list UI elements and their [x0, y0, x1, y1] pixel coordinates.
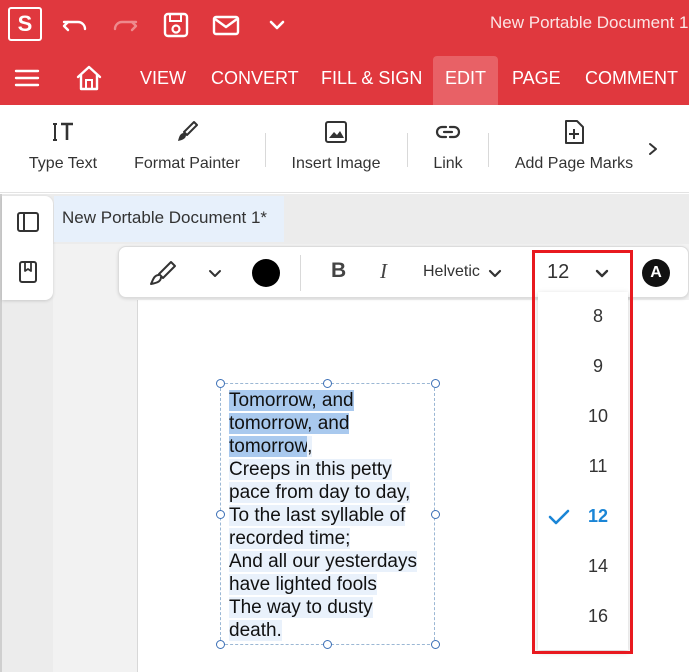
app-window: S New Portable Document 1 VIEW CONVERT F… [0, 0, 689, 672]
resize-handle[interactable] [216, 640, 225, 649]
font-family-select[interactable]: Helvetic [423, 263, 480, 281]
line-text: pace from day to day, [229, 482, 411, 503]
sidebar-toggle-icon[interactable] [16, 210, 40, 234]
line-text: Creeps in this petty [229, 459, 392, 480]
tab-page[interactable]: PAGE [512, 50, 561, 105]
selected-text: tomorrow [229, 436, 308, 457]
type-text-button[interactable]: Type Text [18, 105, 108, 193]
tab-convert[interactable]: CONVERT [211, 50, 299, 105]
image-icon [325, 121, 347, 143]
window-title: New Portable Document 1 [490, 13, 689, 32]
text-color-swatch[interactable] [252, 259, 280, 287]
document-tab[interactable]: New Portable Document 1* [54, 196, 284, 242]
font-family-value: Helvetic [423, 263, 480, 280]
chevron-down-icon[interactable] [262, 10, 292, 40]
add-page-marks-button[interactable]: Add Page Marks [510, 105, 638, 193]
mail-icon[interactable] [211, 10, 241, 40]
redo-icon[interactable] [110, 10, 140, 40]
selected-text: Tomorrow, and [229, 390, 354, 411]
line-text: recorded time; [229, 528, 351, 549]
tab-comment[interactable]: COMMENT [585, 50, 678, 105]
toolbar-divider [300, 255, 301, 291]
ribbon-divider [488, 133, 489, 167]
annotation-highlight-box [532, 250, 633, 654]
type-text-label: Type Text [28, 155, 98, 172]
tab-edit[interactable]: EDIT [433, 56, 499, 105]
brush-icon [178, 121, 198, 141]
text-line: Creeps in this petty [229, 458, 439, 481]
link-button[interactable]: Link [423, 105, 473, 193]
home-icon[interactable] [74, 63, 104, 93]
resize-handle[interactable] [216, 510, 225, 519]
text-line: tomorrow, and [229, 412, 439, 435]
text-line: pace from day to day, [229, 481, 439, 504]
line-text: And all our yesterdays [229, 551, 417, 572]
link-icon [435, 125, 461, 139]
line-text: death. [229, 620, 282, 641]
text-style-badge[interactable]: A [642, 259, 670, 287]
link-label: Link [433, 155, 463, 172]
type-text-icon [53, 122, 73, 141]
bookmark-icon[interactable] [16, 260, 40, 284]
line-text: The way to dusty [229, 597, 373, 618]
text-line: To the last syllable of [229, 504, 439, 527]
save-icon[interactable] [161, 10, 191, 40]
insert-image-label: Insert Image [291, 155, 381, 172]
text-line: death. [229, 619, 439, 642]
tab-fill-sign[interactable]: FILL & SIGN [321, 50, 422, 105]
text-line: Tomorrow, and [229, 389, 439, 412]
text-line: have lighted fools [229, 573, 439, 596]
title-bar: S New Portable Document 1 [0, 0, 689, 50]
bold-button[interactable]: B [331, 259, 346, 283]
text-line: And all our yesterdays [229, 550, 439, 573]
line-text: To the last syllable of [229, 505, 406, 526]
undo-icon[interactable] [60, 10, 90, 40]
line-text: have lighted fools [229, 574, 377, 595]
text-line: recorded time; [229, 527, 439, 550]
format-painter-button[interactable]: Format Painter [128, 105, 246, 193]
resize-handle[interactable] [431, 379, 440, 388]
ribbon-divider [265, 133, 266, 167]
selected-text: tomorrow, and [229, 413, 350, 434]
chevron-down-icon[interactable] [205, 263, 225, 283]
edit-ribbon: Type Text Format Painter Insert Image Li… [0, 105, 689, 193]
line-text: , [307, 436, 313, 457]
text-line: The way to dusty [229, 596, 439, 619]
italic-button[interactable]: I [380, 259, 387, 284]
chevron-down-icon[interactable] [485, 263, 505, 283]
page-add-icon [565, 120, 584, 144]
chevron-right-icon[interactable] [645, 139, 661, 159]
text-line: tomorrow, [229, 435, 439, 458]
insert-image-button[interactable]: Insert Image [286, 105, 386, 193]
app-logo[interactable]: S [8, 7, 42, 41]
hamburger-menu-icon[interactable] [12, 63, 42, 93]
text-content[interactable]: Tomorrow, and tomorrow, and tomorrow, Cr… [229, 389, 439, 642]
tab-view[interactable]: VIEW [140, 50, 186, 105]
resize-handle[interactable] [216, 379, 225, 388]
side-panel [2, 196, 53, 300]
ribbon-divider [407, 133, 408, 167]
format-painter-label: Format Painter [134, 155, 240, 172]
highlight-brush-icon[interactable] [147, 259, 179, 287]
menu-bar: VIEW CONVERT FILL & SIGN EDIT PAGE COMME… [0, 50, 689, 105]
resize-handle[interactable] [323, 379, 332, 388]
add-page-marks-label: Add Page Marks [514, 155, 634, 172]
